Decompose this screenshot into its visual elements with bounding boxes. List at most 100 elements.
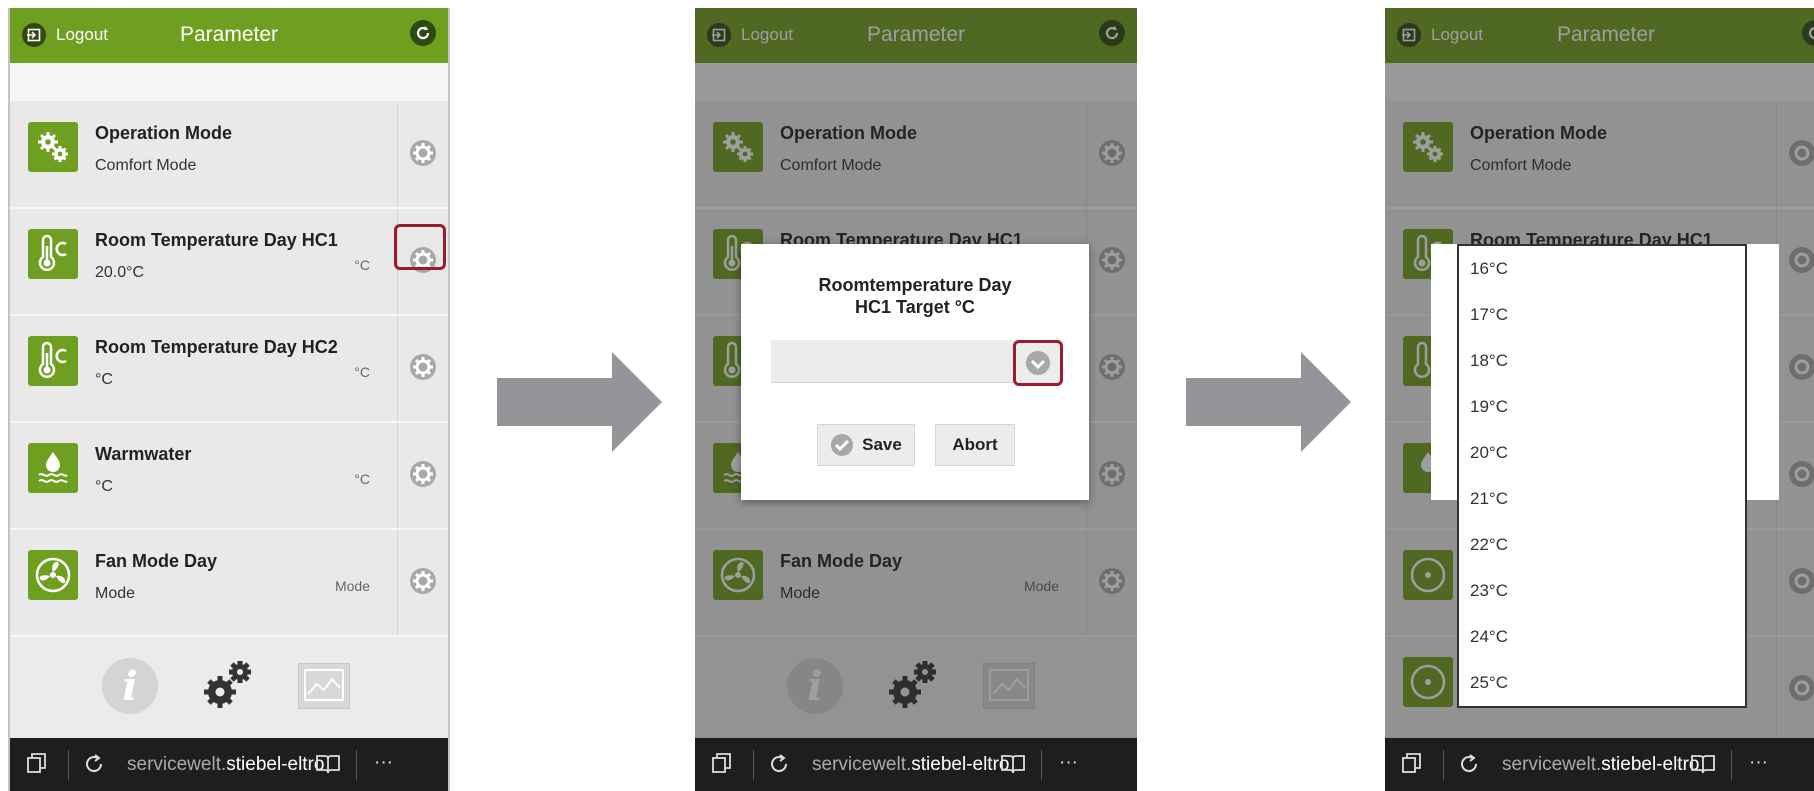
separator (1041, 750, 1042, 780)
dropdown-option[interactable]: 22°C (1459, 522, 1745, 568)
item-title: Warmwater (95, 444, 192, 464)
url-domain: stiebel-eltro (1601, 754, 1700, 775)
url-host: servicewelt. (1502, 754, 1602, 775)
value-select[interactable] (771, 340, 1063, 386)
value-dialog: Roomtemperature Day HC1 Target °C Save A… (741, 244, 1089, 500)
reload-icon[interactable] (767, 752, 791, 782)
reload-icon[interactable] (1457, 752, 1481, 782)
settings-gear-icon[interactable] (409, 460, 437, 488)
url-host: servicewelt. (812, 754, 912, 775)
phone-screen-2: Logout Parameter Operation Mode Comfort … (695, 8, 1137, 791)
reload-icon[interactable] (82, 752, 106, 782)
tabs-icon[interactable] (1401, 752, 1423, 780)
bottom-nav: i (10, 638, 448, 738)
row-divider (397, 423, 398, 528)
dropdown-option[interactable]: 17°C (1459, 292, 1745, 338)
dropdown-option[interactable]: 20°C (1459, 430, 1745, 476)
separator (68, 750, 69, 780)
url-text[interactable]: servicewelt.stiebel-eltro (812, 754, 1009, 776)
dropdown-option[interactable]: 24°C (1459, 614, 1745, 660)
list-item[interactable]: Warmwater °C °C (10, 423, 448, 530)
more-icon[interactable]: ··· (1059, 752, 1078, 774)
item-unit: °C (354, 471, 370, 487)
more-icon[interactable]: ··· (374, 752, 393, 774)
item-title: Fan Mode Day (95, 551, 218, 571)
item-value: °C (95, 371, 113, 388)
dropdown-option[interactable]: 16°C (1459, 246, 1745, 292)
parameter-list: Operation Mode Comfort Mode Room Tempera… (10, 102, 448, 637)
url-text[interactable]: servicewelt.stiebel-eltro (127, 754, 324, 776)
dialog-title: Roomtemperature Day HC1 Target °C (741, 274, 1089, 318)
item-unit: °C (354, 257, 370, 273)
list-item[interactable]: Room Temperature Day HC2 °C °C (10, 316, 448, 423)
item-value: Mode (95, 585, 136, 602)
abort-button[interactable]: Abort (935, 424, 1015, 466)
dropdown-option[interactable]: 18°C (1459, 338, 1745, 384)
tabs-icon[interactable] (711, 752, 733, 780)
check-icon (831, 434, 854, 456)
refresh-icon[interactable] (410, 20, 436, 46)
settings-gear-icon[interactable] (409, 353, 437, 381)
save-label: Save (862, 435, 902, 454)
dropdown-option[interactable]: 25°C (1459, 660, 1745, 706)
highlight-box (394, 224, 446, 270)
phone-screen-3: Logout Parameter Operation Mode Comfort … (1385, 8, 1814, 791)
separator (1443, 750, 1444, 780)
more-icon[interactable]: ··· (1749, 752, 1768, 774)
separator (356, 750, 357, 780)
save-button[interactable]: Save (817, 424, 915, 466)
item-unit: Mode (334, 578, 370, 594)
list-item[interactable]: Operation Mode Comfort Mode (10, 102, 448, 209)
list-item[interactable]: Fan Mode Day Mode Mode (10, 530, 448, 637)
thermometer-icon (28, 229, 78, 279)
settings-gear-icon[interactable] (409, 567, 437, 595)
spacer-band (10, 63, 448, 101)
dropdown-option[interactable]: 21°C (1459, 476, 1745, 522)
browser-bar: servicewelt.stiebel-eltro ··· (695, 738, 1137, 791)
reading-view-icon[interactable] (1690, 752, 1716, 782)
item-value: °C (95, 478, 113, 495)
arrow-head (1301, 352, 1351, 452)
arrow-shaft (497, 378, 612, 426)
settings-gear-icon[interactable] (409, 139, 437, 167)
arrow-right-icon (1186, 352, 1351, 452)
settings-gears-icon[interactable] (198, 654, 258, 714)
arrow-head (612, 352, 662, 452)
dropdown-arrow-button[interactable] (1013, 340, 1063, 386)
thermometer-icon (28, 336, 78, 386)
page-title: Parameter (179, 23, 279, 46)
separator (753, 750, 754, 780)
item-value: 20.0°C (95, 264, 145, 281)
reading-view-icon[interactable] (1000, 752, 1026, 782)
list-item[interactable]: Room Temperature Day HC1 20.0°C °C (10, 209, 448, 316)
dropdown-option[interactable]: 23°C (1459, 568, 1745, 614)
abort-label: Abort (952, 435, 998, 454)
separator (1731, 750, 1732, 780)
chart-icon[interactable] (298, 663, 350, 709)
arrow-right-icon (497, 352, 662, 452)
info-icon[interactable]: i (102, 658, 158, 714)
url-host: servicewelt. (127, 754, 227, 775)
reading-view-icon[interactable] (315, 752, 341, 782)
browser-bar: servicewelt.stiebel-eltro ··· (1385, 738, 1814, 791)
item-unit: °C (354, 364, 370, 380)
row-divider (397, 530, 398, 635)
temperature-dropdown-list: 16°C 17°C 18°C 19°C 20°C 21°C 22°C 23°C … (1457, 244, 1747, 708)
url-domain: stiebel-eltro (911, 754, 1010, 775)
url-domain: stiebel-eltro (226, 754, 325, 775)
chevron-down-icon (1026, 351, 1050, 375)
url-text[interactable]: servicewelt.stiebel-eltro (1502, 754, 1699, 776)
row-divider (397, 316, 398, 421)
item-title: Room Temperature Day HC1 (95, 230, 338, 250)
water-drop-icon (28, 443, 78, 493)
item-title: Operation Mode (95, 123, 233, 143)
dialog-title-line2: HC1 Target °C (855, 297, 975, 317)
fan-icon (28, 550, 78, 600)
item-title: Room Temperature Day HC2 (95, 337, 338, 357)
row-divider (397, 102, 398, 207)
dialog-title-line1: Roomtemperature Day (818, 275, 1012, 295)
dropdown-option[interactable]: 19°C (1459, 384, 1745, 430)
phone-screen-1: Logout Parameter Operation Mode Comfort … (8, 8, 450, 791)
tabs-icon[interactable] (26, 752, 48, 780)
item-value: Comfort Mode (95, 157, 197, 174)
